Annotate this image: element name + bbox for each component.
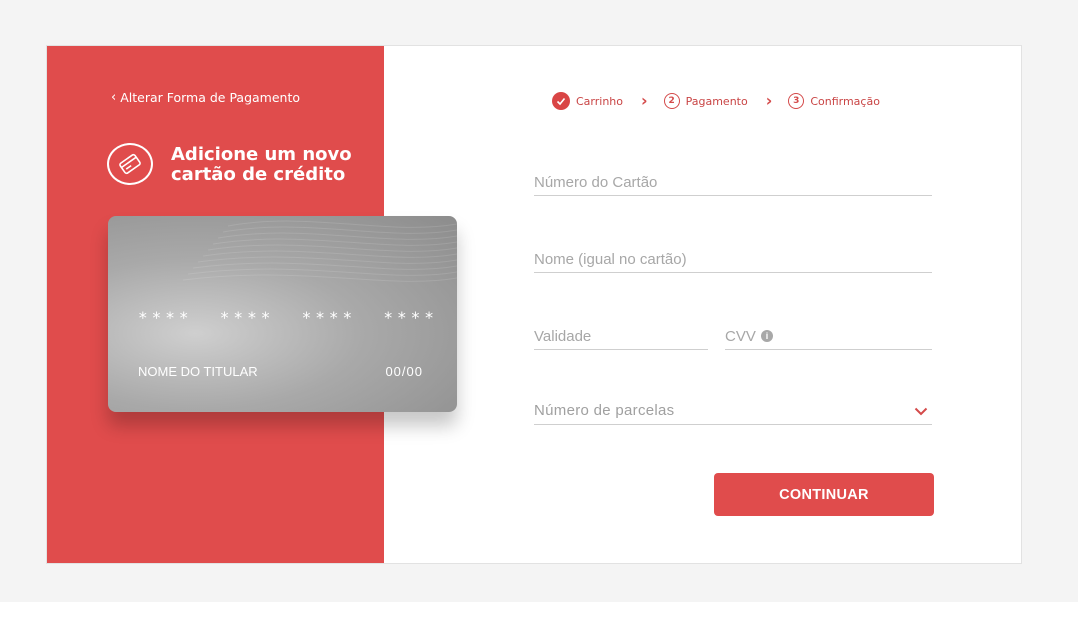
card-holder-display: NOME DO TITULAR — [138, 364, 258, 379]
step-payment: 2 Pagamento — [663, 93, 748, 109]
back-link-label: Alterar Forma de Pagamento — [120, 90, 301, 105]
step-number: 3 — [788, 93, 805, 109]
title-line-2: cartão de crédito — [171, 164, 346, 185]
step-confirmation: 3 Confirmação — [788, 93, 880, 109]
card-expiry-display: 00/00 — [385, 364, 423, 379]
step-label: Carrinho — [576, 94, 624, 108]
cardholder-name-input[interactable] — [534, 247, 932, 271]
card-number-display: **** **** **** **** — [138, 308, 438, 327]
credit-card-icon — [107, 143, 153, 185]
chevron-left-icon: ‹ — [111, 90, 117, 105]
continue-button[interactable]: CONTINUAR — [714, 473, 934, 516]
card-preview-pane: ‹ Alterar Forma de Pagamento Adicione um… — [47, 46, 457, 563]
checkout-panel: ‹ Alterar Forma de Pagamento Adicione um… — [46, 45, 1022, 564]
check-icon — [552, 92, 570, 110]
step-number: 2 — [663, 93, 680, 109]
chevron-right-icon: › — [641, 91, 648, 110]
card-number-field — [534, 170, 932, 196]
step-label: Pagamento — [685, 94, 748, 108]
expiry-field — [534, 324, 708, 350]
info-icon[interactable]: i — [761, 330, 773, 342]
cvv-field: i — [725, 324, 932, 350]
installments-select[interactable]: Número de parcelas — [534, 399, 932, 425]
chevron-right-icon: › — [765, 91, 773, 110]
step-cart[interactable]: Carrinho — [552, 92, 623, 110]
chevron-down-icon — [914, 407, 928, 416]
cardholder-name-field — [534, 247, 932, 273]
back-to-payment-method-link[interactable]: ‹ Alterar Forma de Pagamento — [111, 90, 300, 105]
credit-card-preview: **** **** **** **** NOME DO TITULAR 00/0… — [108, 216, 457, 412]
card-number-input[interactable] — [534, 170, 932, 194]
step-label: Confirmação — [810, 94, 880, 108]
page-title: Adicione um novo cartão de crédito — [171, 145, 371, 185]
expiry-input[interactable] — [534, 324, 708, 348]
checkout-steps: Carrinho › 2 Pagamento › 3 Confirmação — [552, 92, 880, 110]
title-line-1: Adicione um novo — [171, 144, 352, 165]
installments-label: Número de parcelas — [534, 402, 675, 419]
cvv-input[interactable] — [725, 324, 932, 348]
